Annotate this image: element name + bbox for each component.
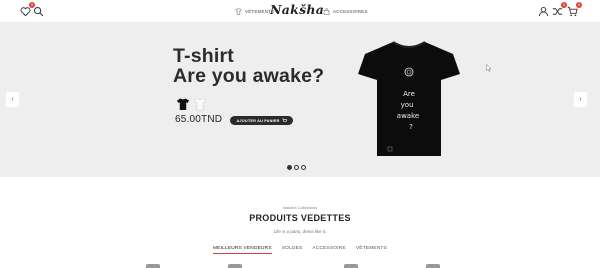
product-card-peek: [146, 264, 160, 268]
site-logo[interactable]: Nakšha: [270, 2, 324, 20]
hero-product-image: Are you awake ?: [358, 41, 460, 156]
heart-icon: [20, 6, 30, 16]
search-button[interactable]: [32, 5, 44, 17]
add-to-cart-label: AJOUTER AU PANIER: [236, 118, 280, 123]
slider-dot[interactable]: [287, 165, 292, 170]
slider-next-button[interactable]: ›: [574, 92, 587, 107]
hero-slider: ‹ › T-shirt Are you awake? 65.00TND AJOU…: [0, 22, 600, 177]
variant-white-tshirt[interactable]: [193, 97, 207, 111]
tab-vetements[interactable]: VÊTEMENTS: [356, 246, 387, 254]
slider-dots: [287, 165, 306, 170]
section-subtitle: Life is a party, dress like it.: [273, 229, 327, 234]
hero-title: T-shirt Are you awake?: [173, 46, 324, 86]
product-card-peek: [426, 264, 440, 268]
tee-text-line: you: [401, 101, 414, 109]
chevron-left-icon: ‹: [11, 96, 14, 103]
nav-vetements[interactable]: VÊTEMENTS: [235, 7, 274, 16]
tab-soldes[interactable]: SOLDES: [282, 246, 303, 254]
slider-dot[interactable]: [294, 165, 299, 170]
shirt-icon: [235, 8, 242, 15]
product-card-peek: [228, 264, 242, 268]
site-header: 0 VÊTEMENTS Nakšha ACCESSOIRES 0 0: [0, 0, 600, 22]
user-icon: [538, 6, 548, 16]
cart-badge: 0: [576, 2, 582, 8]
nav-label: ACCESSOIRES: [333, 9, 368, 14]
tab-accessoire[interactable]: ACCESSOIRE: [312, 246, 345, 254]
account-button[interactable]: [537, 5, 549, 17]
nav-accessoires[interactable]: ACCESSOIRES: [323, 7, 368, 16]
hero-title-line1: T-shirt: [173, 45, 234, 67]
product-tabs: MEILLEURS VENDEURS SOLDES ACCESSOIRE VÊT…: [0, 246, 600, 254]
slider-prev-button[interactable]: ‹: [6, 92, 19, 107]
hero-title-line2: Are you awake?: [173, 65, 325, 87]
slider-dot[interactable]: [301, 165, 306, 170]
section-title: PRODUITS VEDETTES: [249, 213, 351, 223]
tee-text-line: awake: [397, 112, 419, 120]
wishlist-button[interactable]: 0: [19, 2, 35, 17]
hero-price: 65.00TND: [175, 114, 223, 125]
shuffle-icon: [552, 7, 562, 15]
product-card-peek: [344, 264, 358, 268]
mouse-cursor-icon: [486, 64, 492, 72]
search-icon: [33, 6, 43, 16]
compare-button[interactable]: 0: [551, 2, 567, 17]
add-to-cart-button[interactable]: AJOUTER AU PANIER: [230, 116, 293, 125]
chevron-right-icon: ›: [579, 96, 582, 103]
tee-text-line: Are: [403, 90, 415, 98]
cart-button[interactable]: 0: [566, 2, 582, 17]
cart-icon: [567, 6, 578, 16]
variant-black-tshirt[interactable]: [176, 97, 190, 111]
section-kicker: Naksha Collections: [282, 205, 318, 210]
tee-text-line: ?: [409, 123, 413, 131]
bag-icon: [323, 8, 330, 15]
cart-icon: [281, 118, 287, 122]
tab-meilleurs-vendeurs[interactable]: MEILLEURS VENDEURS: [212, 246, 272, 254]
